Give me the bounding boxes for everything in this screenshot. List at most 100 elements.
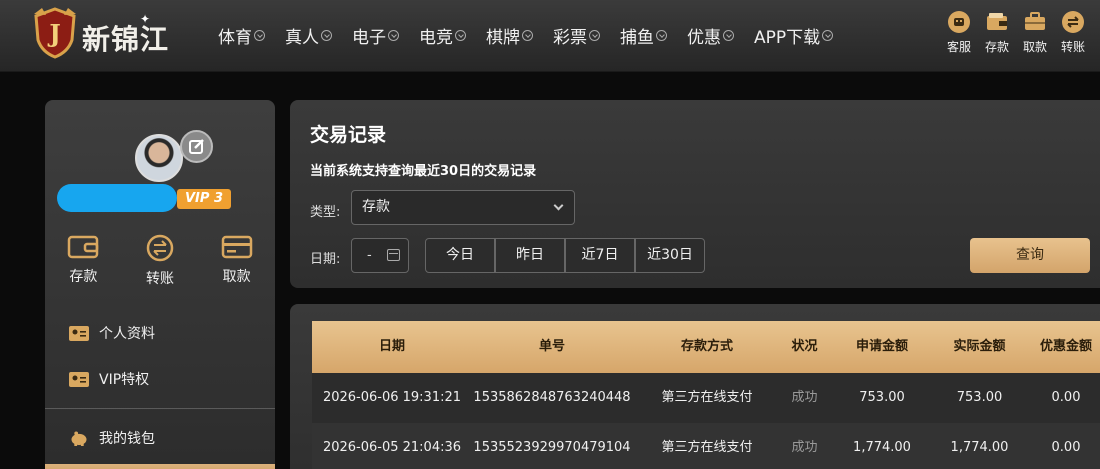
chevron-down-icon — [723, 29, 734, 41]
cell-actual-amount: 1,774.00 — [950, 440, 1009, 455]
quick-label: 转账 — [1060, 40, 1085, 54]
active-menu-highlight[interactable] — [45, 464, 275, 469]
nav-item-app-download[interactable]: APP下载 — [754, 22, 834, 48]
cell-requested-amount: 1,774.00 — [853, 440, 911, 455]
cell-requested-amount: 753.00 — [859, 390, 905, 405]
cell-date: 2026-06-05 21:04:36 — [322, 440, 462, 455]
wallet-icon — [68, 235, 99, 259]
range-30days-button[interactable]: 近30日 — [635, 238, 705, 273]
nav-item-label: 捕鱼 — [620, 27, 654, 48]
chevron-down-icon — [522, 29, 533, 41]
nav-item-label: 优惠 — [687, 27, 721, 48]
column-header-order-number: 单号 — [538, 339, 565, 354]
top-navigation-bar: J 新锦江 ✦ 体育 真人 电子 电竞 棋牌 彩票 捕鱼 优惠 APP下载 客服… — [0, 0, 1100, 72]
nav-item-label: 真人 — [285, 27, 319, 48]
sidebar-transfer-button[interactable]: 转账 — [130, 234, 190, 288]
transaction-type-select[interactable]: 存款 — [351, 190, 575, 225]
nav-item-esports[interactable]: 电竞 — [419, 22, 466, 48]
quick-transfer[interactable]: 转账 — [1054, 10, 1092, 55]
cell-actual-amount: 753.00 — [956, 390, 1003, 405]
chevron-down-icon — [388, 29, 399, 41]
nav-item-label: APP下载 — [754, 27, 821, 48]
shield-logo-icon: J — [34, 7, 76, 59]
transaction-table-panel: 日期 单号 存款方式 状况 申请金额 实际金额 优惠金额 2026-06-06 … — [290, 304, 1100, 469]
cell-deposit-method: 第三方在线支付 — [661, 440, 753, 455]
range-7days-button[interactable]: 近7日 — [565, 238, 635, 273]
query-button[interactable]: 查询 — [970, 238, 1090, 273]
date-range-input[interactable]: - — [351, 238, 409, 273]
quick-label: 存款 — [984, 40, 1009, 54]
wallet-action-label: 转账 — [145, 271, 174, 287]
range-today-button[interactable]: 今日 — [425, 238, 495, 273]
nav-item-card-games[interactable]: 棋牌 — [486, 22, 533, 48]
quick-withdraw[interactable]: 取款 — [1016, 10, 1054, 55]
sidebar-deposit-button[interactable]: 存款 — [53, 234, 113, 288]
quick-deposit[interactable]: 存款 — [978, 10, 1016, 55]
main-nav: 体育 真人 电子 电竞 棋牌 彩票 捕鱼 优惠 APP下载 — [218, 22, 853, 48]
column-header-date: 日期 — [378, 339, 405, 354]
cell-bonus-amount: 0.00 — [1051, 390, 1081, 405]
table-header: 日期 单号 存款方式 状况 申请金额 实际金额 优惠金额 — [312, 321, 1100, 373]
sparkle-icon: ✦ — [140, 12, 151, 26]
sidebar-item-vip[interactable]: VIP特权 — [45, 356, 275, 402]
nav-item-sports[interactable]: 体育 — [218, 22, 265, 48]
nav-item-lottery[interactable]: 彩票 — [553, 22, 600, 48]
transfer-icon — [1062, 11, 1084, 33]
account-sidebar: VIP 3 存款 转账 取款 个人资料 VIP特权 我的钱包 — [45, 100, 275, 469]
column-header-status: 状况 — [791, 339, 818, 354]
cell-date: 2026-06-06 19:31:21 — [322, 390, 462, 405]
nav-item-label: 体育 — [218, 27, 252, 48]
chevron-down-icon — [321, 29, 332, 41]
transfer-icon — [146, 234, 174, 262]
transaction-table: 日期 单号 存款方式 状况 申请金额 实际金额 优惠金额 2026-06-06 … — [312, 321, 1100, 469]
column-header-requested-amount: 申请金额 — [855, 339, 908, 354]
column-header-bonus-amount: 优惠金额 — [1039, 339, 1092, 354]
wallet-actions: 存款 转账 取款 — [45, 234, 275, 288]
nav-item-promotions[interactable]: 优惠 — [687, 22, 734, 48]
edit-profile-button[interactable] — [180, 130, 213, 163]
column-header-actual-amount: 实际金额 — [953, 339, 1006, 354]
chevron-down-icon — [656, 29, 667, 41]
cell-order-number: 1535523929970479104 — [473, 440, 631, 455]
cell-status: 成功 — [791, 440, 818, 455]
brand-logo[interactable]: J 新锦江 ✦ — [30, 6, 190, 62]
avatar — [135, 134, 183, 182]
date-range-value: - — [367, 248, 372, 263]
vip-level-badge: VIP 3 — [177, 189, 231, 209]
nav-item-live-casino[interactable]: 真人 — [285, 22, 332, 48]
chevron-down-icon — [553, 200, 564, 211]
calendar-icon — [387, 249, 400, 261]
wallet-action-label: 取款 — [222, 269, 251, 285]
chevron-down-icon — [822, 29, 834, 41]
transaction-filter-panel: 交易记录 当前系统支持查询最近30日的交易记录 类型: 存款 日期: - 今日 … — [290, 100, 1100, 288]
nav-item-label: 棋牌 — [486, 27, 520, 48]
nav-item-fishing[interactable]: 捕鱼 — [620, 22, 667, 48]
sidebar-item-profile[interactable]: 个人资料 — [45, 310, 275, 356]
quick-customer-service[interactable]: 客服 — [940, 10, 978, 55]
cell-bonus-amount: 0.00 — [1051, 440, 1081, 455]
quick-label: 取款 — [1022, 40, 1047, 54]
type-label: 类型: — [310, 205, 341, 220]
logo-badge-letter: J — [47, 19, 60, 48]
piggy-bank-icon — [71, 430, 87, 446]
chevron-down-icon — [254, 29, 265, 41]
range-yesterday-button[interactable]: 昨日 — [495, 238, 565, 273]
sidebar-item-my-wallet[interactable]: 我的钱包 — [45, 415, 275, 461]
chevron-down-icon — [589, 29, 600, 41]
column-header-deposit-method: 存款方式 — [680, 339, 733, 354]
sidebar-item-label: VIP特权 — [99, 372, 150, 388]
nav-item-label: 电竞 — [419, 27, 453, 48]
nav-item-slots[interactable]: 电子 — [352, 22, 399, 48]
cell-order-number: 1535862848763240448 — [473, 390, 631, 405]
table-row: 2026-06-06 19:31:21 1535862848763240448 … — [312, 373, 1100, 423]
sidebar-item-label: 我的钱包 — [99, 431, 155, 447]
chevron-down-icon — [455, 29, 466, 41]
sidebar-withdraw-button[interactable]: 取款 — [207, 234, 267, 288]
nav-item-label: 彩票 — [553, 27, 587, 48]
sidebar-menu: 个人资料 VIP特权 我的钱包 — [45, 310, 275, 461]
date-label: 日期: — [310, 252, 341, 267]
sidebar-item-label: 个人资料 — [99, 326, 155, 342]
card-icon — [221, 235, 252, 259]
page-title: 交易记录 — [310, 124, 387, 146]
id-card-icon — [69, 325, 89, 341]
